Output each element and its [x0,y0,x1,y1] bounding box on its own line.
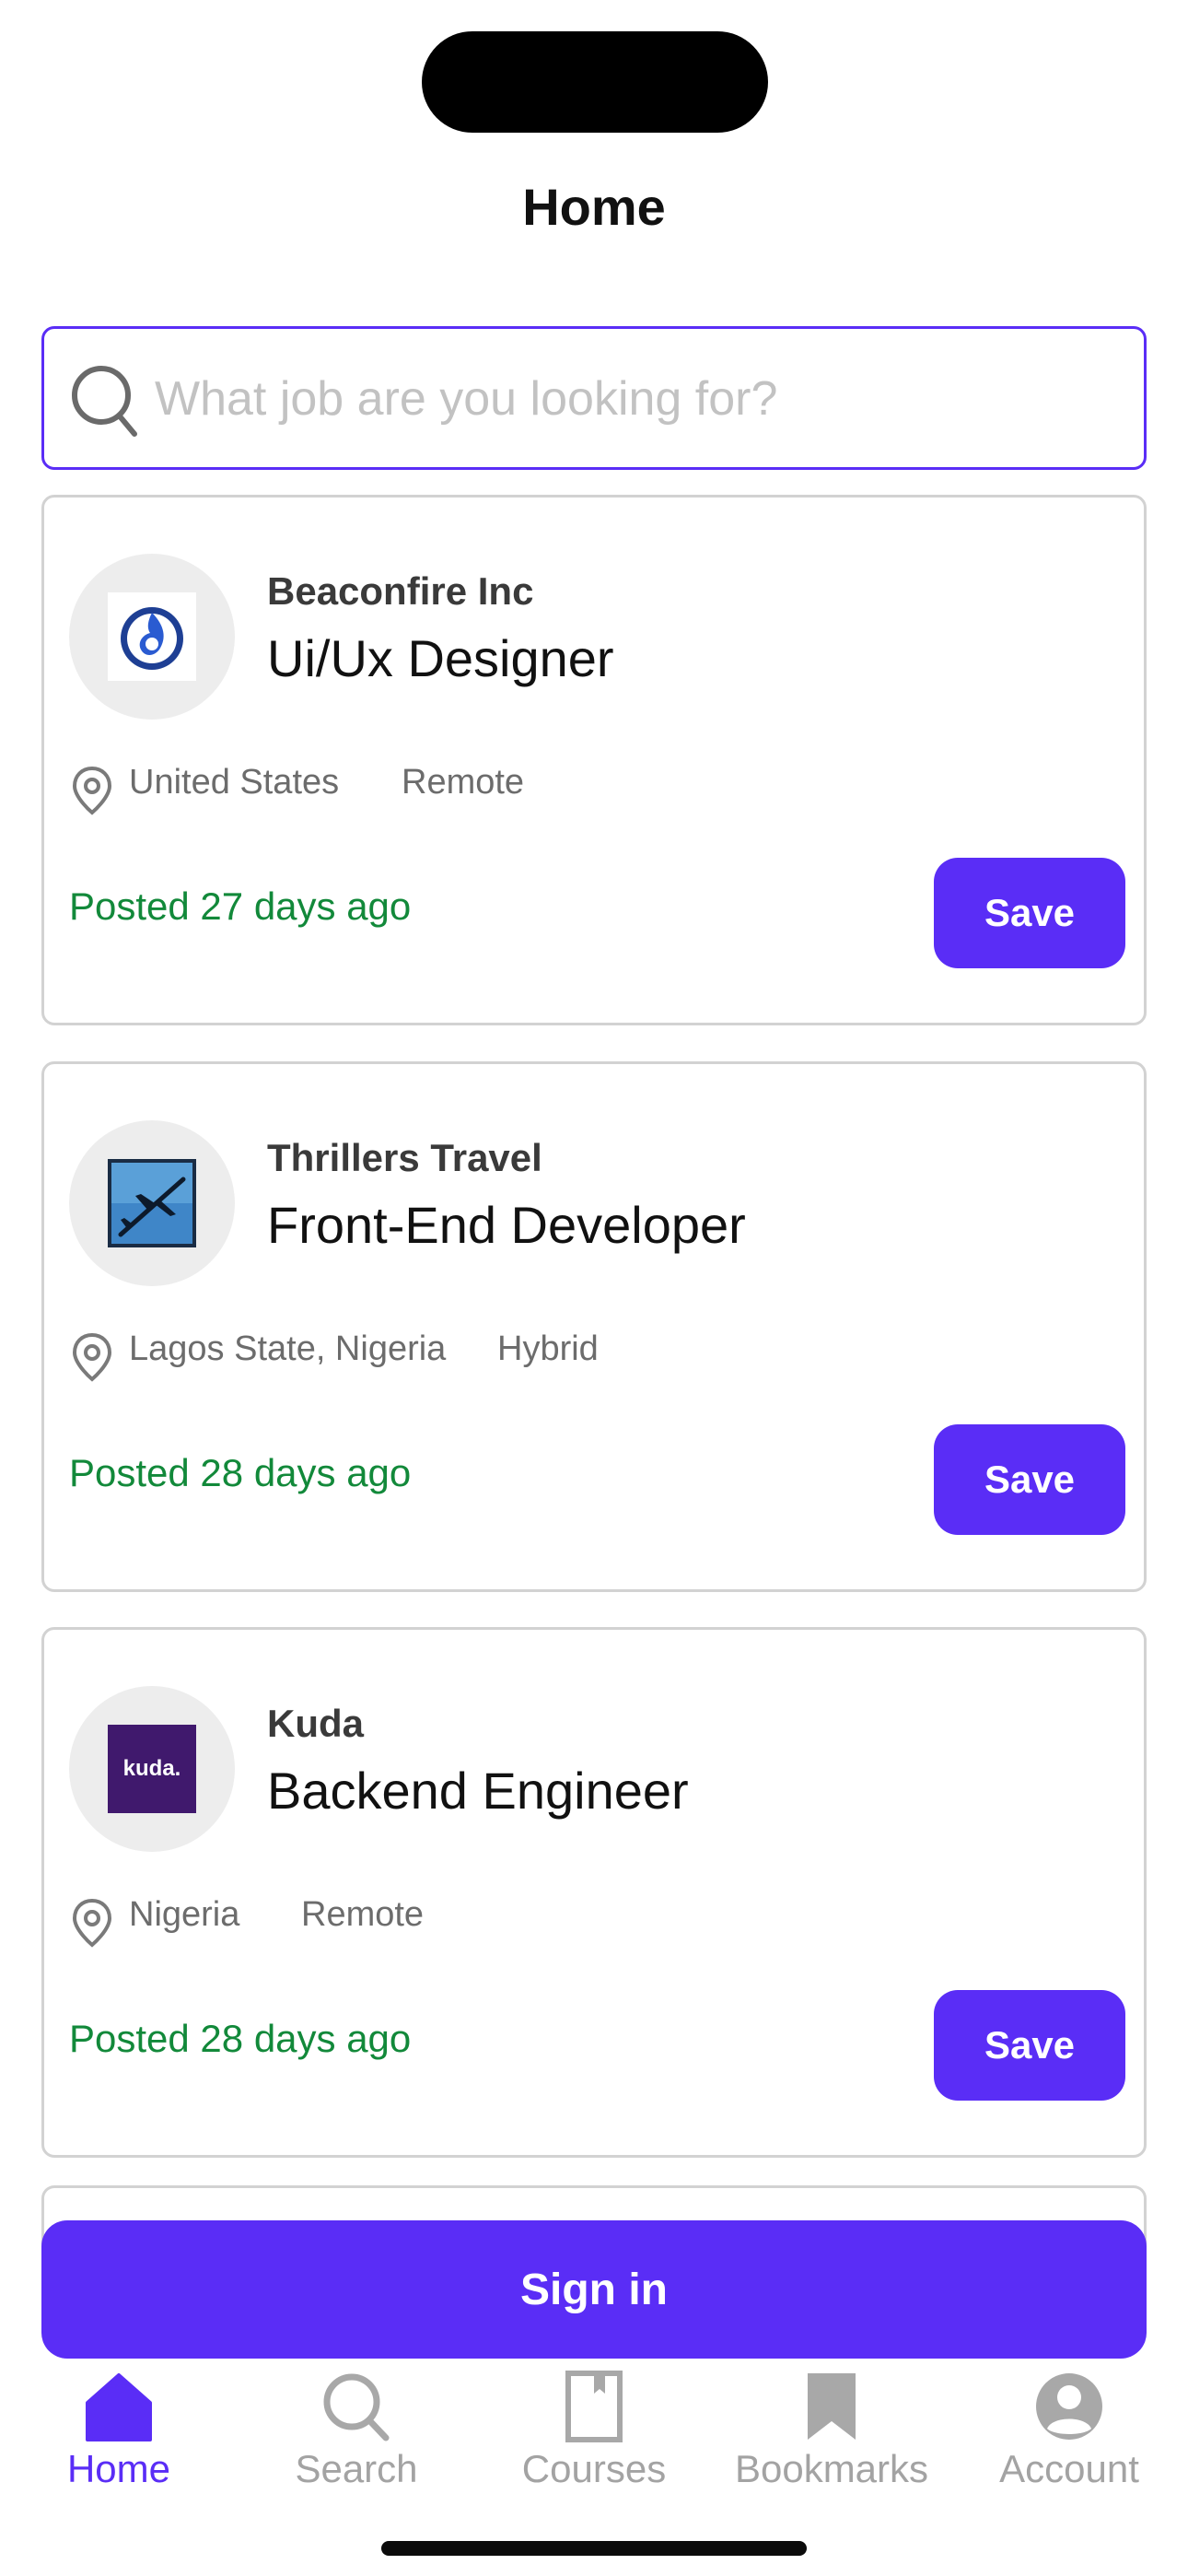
tab-label: Search [295,2447,418,2490]
job-card[interactable]: kuda. Kuda Backend Engineer Nigeria Remo… [41,1627,1147,2158]
tab-label: Courses [521,2447,667,2490]
company-logo [69,1120,235,1286]
save-button[interactable]: Save [934,1990,1125,2101]
search-bar[interactable] [41,326,1147,470]
job-title[interactable]: Backend Engineer [267,1761,689,1821]
job-title[interactable]: Ui/Ux Designer [267,628,614,688]
job-location: Lagos State, Nigeria [129,1329,447,1368]
job-location: United States [129,763,340,802]
tab-account[interactable]: Account [950,2359,1188,2506]
dynamic-island [422,31,768,133]
company-name: Thrillers Travel [267,1136,542,1179]
company-logo [69,554,235,720]
home-screen: Home Beaconfire Inc Ui/Ux Designer [0,0,1188,2576]
job-card[interactable]: Beaconfire Inc Ui/Ux Designer United Sta… [41,495,1147,1025]
work-type: Hybrid [497,1329,599,1368]
tab-home[interactable]: Home [0,2359,238,2506]
bottom-tab-bar: Home Search Courses Bookmarks Account [0,2359,1188,2506]
company-name: Beaconfire Inc [267,569,534,613]
home-icon [86,2373,152,2441]
company-name: Kuda [267,1702,364,1745]
posted-date: Posted 28 days ago [69,2017,412,2060]
page-title: Home [522,178,666,236]
search-input[interactable] [155,357,1122,441]
location-pin-icon [72,766,112,815]
tab-search[interactable]: Search [238,2359,475,2506]
home-indicator [381,2541,807,2556]
search-icon [72,366,137,437]
tab-label: Account [999,2447,1139,2490]
save-button[interactable]: Save [934,858,1125,968]
save-button[interactable]: Save [934,1424,1125,1535]
location-pin-icon [72,1898,112,1948]
tab-courses[interactable]: Courses [475,2359,713,2506]
job-title[interactable]: Front-End Developer [267,1195,746,1255]
work-type: Remote [402,763,525,802]
tab-label: Home [66,2447,171,2490]
sign-in-button[interactable]: Sign in [41,2220,1147,2359]
posted-date: Posted 28 days ago [69,1451,412,1494]
beaconfire-flame-logo [108,592,196,681]
search-icon [323,2373,390,2441]
kuda-logo: kuda. [122,1756,181,1781]
posted-date: Posted 27 days ago [69,884,412,928]
job-location: Nigeria [129,1895,240,1934]
tab-bookmarks[interactable]: Bookmarks [713,2359,950,2506]
bookmark-icon [808,2373,856,2440]
company-logo: kuda. [69,1686,235,1852]
airplane-logo [108,1159,196,1247]
work-type: Remote [301,1895,425,1934]
book-icon [565,2371,623,2442]
job-card[interactable]: Thrillers Travel Front-End Developer Lag… [41,1061,1147,1592]
location-pin-icon [72,1332,112,1382]
account-icon [1036,2373,1102,2440]
tab-label: Bookmarks [734,2447,929,2490]
